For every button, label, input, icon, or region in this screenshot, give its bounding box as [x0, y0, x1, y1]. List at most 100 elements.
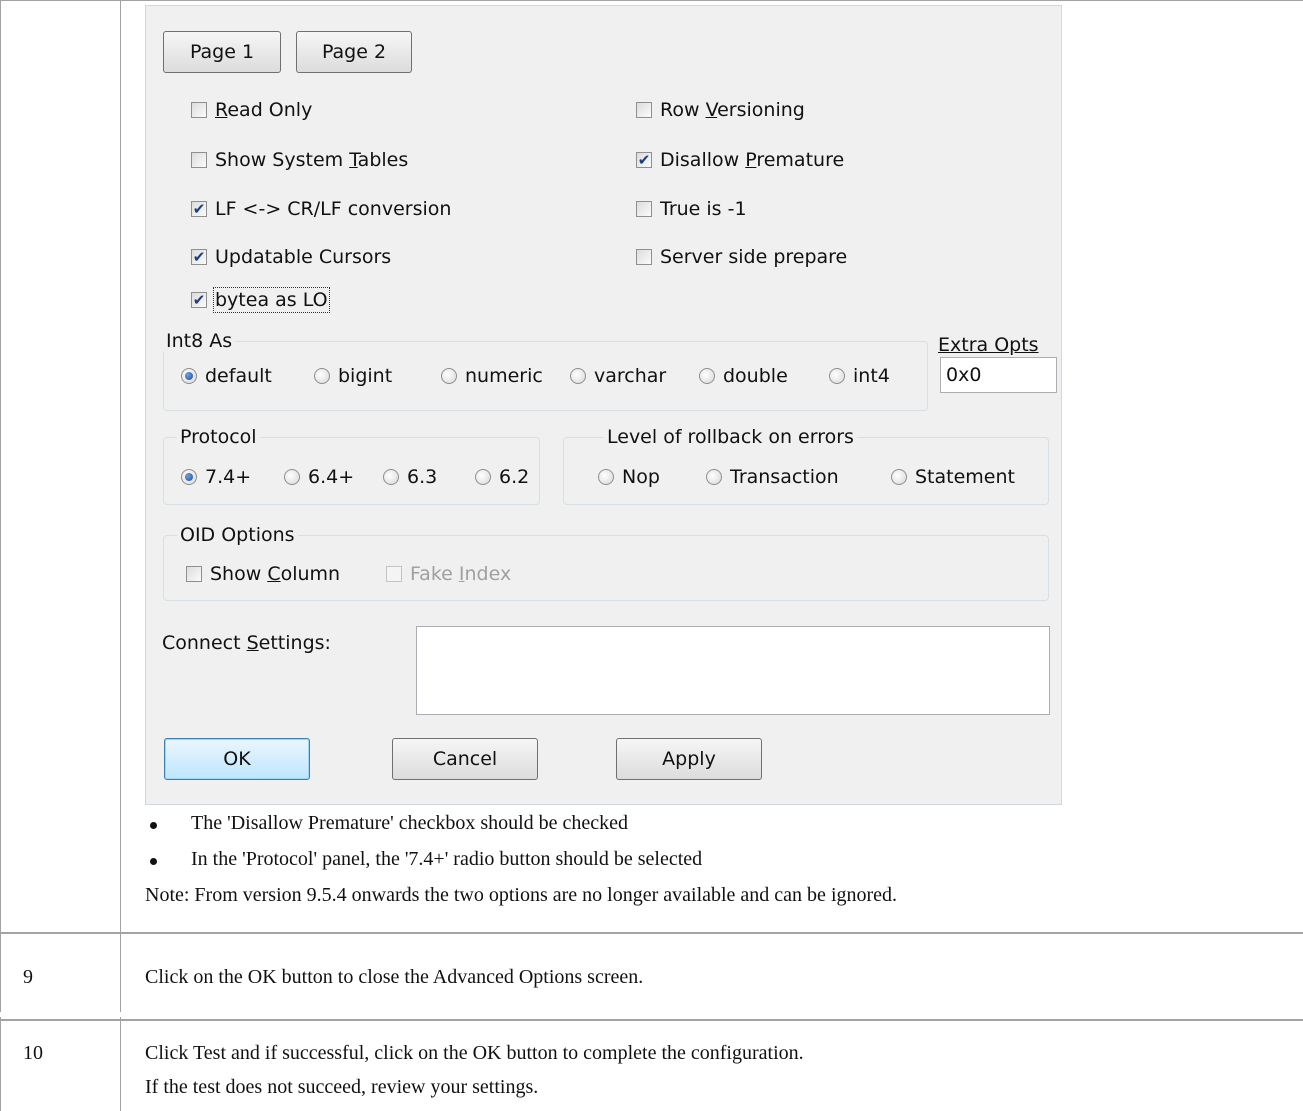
step-text: Click Test and if successful, click on t… [145, 1042, 804, 1064]
radio-label: numeric [465, 365, 543, 387]
connect-settings-input[interactable] [416, 626, 1050, 715]
apply-label: Apply [662, 748, 716, 770]
checkbox-box [191, 102, 207, 118]
protocol-6-4-radio[interactable]: 6.4+ [284, 466, 354, 488]
radio-circle [829, 368, 845, 384]
int8-default-radio[interactable]: default [181, 365, 272, 387]
label-accelerator: C [267, 563, 281, 585]
label-accelerator: V [705, 99, 718, 121]
checkbox-box [636, 201, 652, 217]
row-divider [0, 932, 1303, 934]
step-text: If the test does not succeed, review you… [145, 1076, 539, 1098]
page-1-button[interactable]: Page 1 [163, 31, 281, 73]
show-system-tables-checkbox[interactable]: Show System Tables [191, 149, 408, 171]
radio-label: 6.2 [499, 466, 530, 488]
label-text: Fake [410, 563, 459, 585]
checkbox-box: ✔ [191, 247, 207, 266]
radio-label: bigint [338, 365, 393, 387]
checkbox-box [636, 102, 652, 118]
ok-button[interactable]: OK [164, 738, 310, 780]
read-only-checkbox[interactable]: Read Only [191, 99, 312, 121]
table-left-border [0, 0, 1, 1111]
page-1-label: Page 1 [189, 41, 255, 63]
label-text: ead Only [227, 99, 313, 121]
protocol-7-4-radio[interactable]: 7.4+ [181, 466, 251, 488]
label-text: bytea as LO [213, 287, 330, 313]
extra-opts-input[interactable]: 0x0 [940, 357, 1057, 393]
radio-label: Transaction [730, 466, 839, 488]
label-accelerator: T [349, 149, 358, 171]
label-text: ables [357, 149, 409, 171]
radio-circle [314, 368, 330, 384]
radio-label: varchar [594, 365, 667, 387]
int8-numeric-radio[interactable]: numeric [441, 365, 543, 387]
row-versioning-checkbox[interactable]: Row Versioning [636, 99, 805, 121]
bullet-text: In the 'Protocol' panel, the '7.4+' radi… [191, 848, 703, 870]
radio-label: default [205, 365, 272, 387]
radio-label: Statement [915, 466, 1015, 488]
radio-label: 6.3 [407, 466, 438, 488]
updatable-cursors-checkbox[interactable]: ✔ Updatable Cursors [191, 246, 391, 268]
radio-label: Nop [622, 466, 660, 488]
radio-label: 6.4+ [308, 466, 355, 488]
radio-circle [570, 368, 586, 384]
radio-circle [891, 469, 907, 485]
fake-index-checkbox[interactable]: Fake Index [386, 563, 511, 585]
apply-button[interactable]: Apply [616, 738, 762, 780]
radio-circle [598, 469, 614, 485]
show-column-checkbox[interactable]: Show Column [186, 563, 340, 585]
protocol-6-2-radio[interactable]: 6.2 [475, 466, 529, 488]
rollback-title: Level of rollback on errors [604, 426, 857, 448]
disallow-premature-checkbox[interactable]: ✔ Disallow Premature [636, 149, 844, 171]
label-text: Show System [215, 149, 350, 171]
radio-label: int4 [853, 365, 890, 387]
cell-padding [0, 1012, 1303, 1017]
radio-circle [475, 469, 491, 485]
bullet-dot [150, 822, 157, 829]
checkbox-box [186, 566, 202, 582]
protocol-title: Protocol [177, 426, 260, 448]
radio-label: double [723, 365, 788, 387]
int8-int4-radio[interactable]: int4 [829, 365, 890, 387]
server-side-prepare-checkbox[interactable]: Server side prepare [636, 246, 847, 268]
rollback-statement-radio[interactable]: Statement [891, 466, 1015, 488]
step-number: 10 [23, 1042, 43, 1064]
page-2-button[interactable]: Page 2 [296, 31, 412, 73]
cancel-label: Cancel [432, 748, 498, 770]
label-text: Disallow [660, 149, 746, 171]
checkbox-box [386, 566, 402, 582]
protocol-6-3-radio[interactable]: 6.3 [383, 466, 437, 488]
page-2-label: Page 2 [321, 41, 387, 63]
rollback-nop-radio[interactable]: Nop [598, 466, 660, 488]
radio-circle [441, 368, 457, 384]
radio-circle [181, 368, 197, 384]
checkbox-box: ✔ [191, 290, 207, 309]
bullet-dot [150, 858, 157, 865]
int8-double-radio[interactable]: double [699, 365, 788, 387]
cancel-button[interactable]: Cancel [392, 738, 538, 780]
true-is-minus-one-checkbox[interactable]: True is -1 [636, 198, 747, 220]
radio-circle [699, 368, 715, 384]
int8-bigint-radio[interactable]: bigint [314, 365, 392, 387]
int8-as-title: Int8 As [163, 330, 236, 352]
checkbox-box [191, 152, 207, 168]
label-text: Row [660, 99, 706, 121]
checkbox-box: ✔ [636, 150, 652, 169]
column-divider [120, 0, 121, 1111]
connect-settings-label: Connect Settings: [162, 632, 331, 654]
radio-circle [383, 469, 399, 485]
label-accelerator: P [745, 149, 757, 171]
lf-crlf-conversion-checkbox[interactable]: ✔ LF <-> CR/LF conversion [191, 198, 451, 220]
rollback-transaction-radio[interactable]: Transaction [706, 466, 839, 488]
int8-varchar-radio[interactable]: varchar [570, 365, 666, 387]
label-text: Show [210, 563, 268, 585]
step-text: Click on the OK button to close the Adva… [145, 966, 644, 988]
label-text: LF <-> CR/LF conversion [215, 198, 452, 220]
row-divider [0, 1019, 1303, 1021]
label-text: ersioning [717, 99, 805, 121]
bullet-text: The 'Disallow Premature' checkbox should… [191, 812, 629, 834]
label-text: Server side prepare [660, 246, 848, 268]
note-text: Note: From version 9.5.4 onwards the two… [145, 884, 898, 906]
bytea-as-lo-checkbox[interactable]: ✔ bytea as LO [191, 287, 330, 313]
table-top-border [0, 0, 1303, 1]
